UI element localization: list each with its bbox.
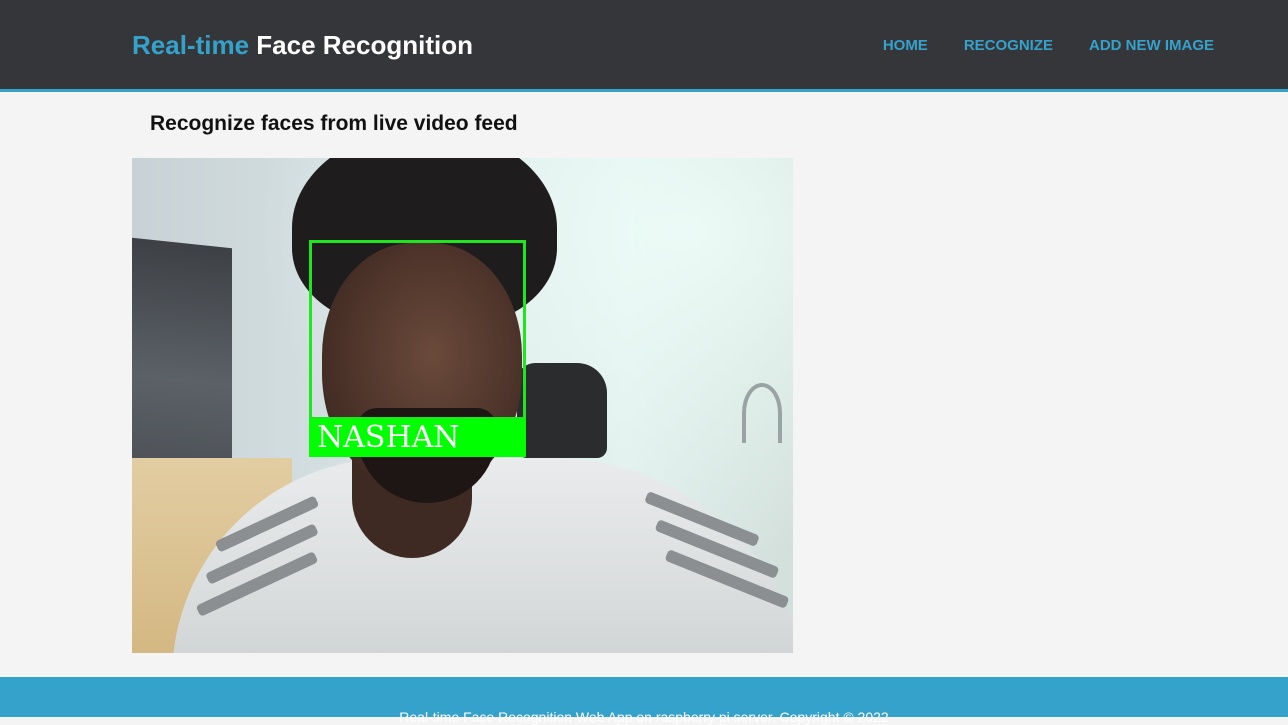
site-footer: Real-time Face Recognition Web App on ra… [0,677,1288,725]
main-nav: HOME RECOGNIZE ADD NEW IMAGE [883,37,1214,54]
footer-copyright: Real-time Face Recognition Web App on ra… [399,709,889,725]
nav-recognize-link[interactable]: RECOGNIZE [964,37,1053,54]
site-logo[interactable]: Real-time Face Recognition [132,30,473,61]
page-title: Recognize faces from live video feed [150,112,518,135]
face-detection-box [309,240,526,420]
site-header: Real-time Face Recognition HOME RECOGNIZ… [0,0,1288,92]
nav-add-new-image-link[interactable]: ADD NEW IMAGE [1089,37,1214,54]
video-lamp-shape [742,383,782,443]
live-video-feed: NASHAN [132,158,793,653]
logo-accent-text: Real-time [132,30,250,60]
video-chair-shape [517,363,607,458]
detected-name-label: NASHAN [309,419,526,457]
logo-rest-text: Face Recognition [249,30,473,60]
nav-home-link[interactable]: HOME [883,37,928,54]
